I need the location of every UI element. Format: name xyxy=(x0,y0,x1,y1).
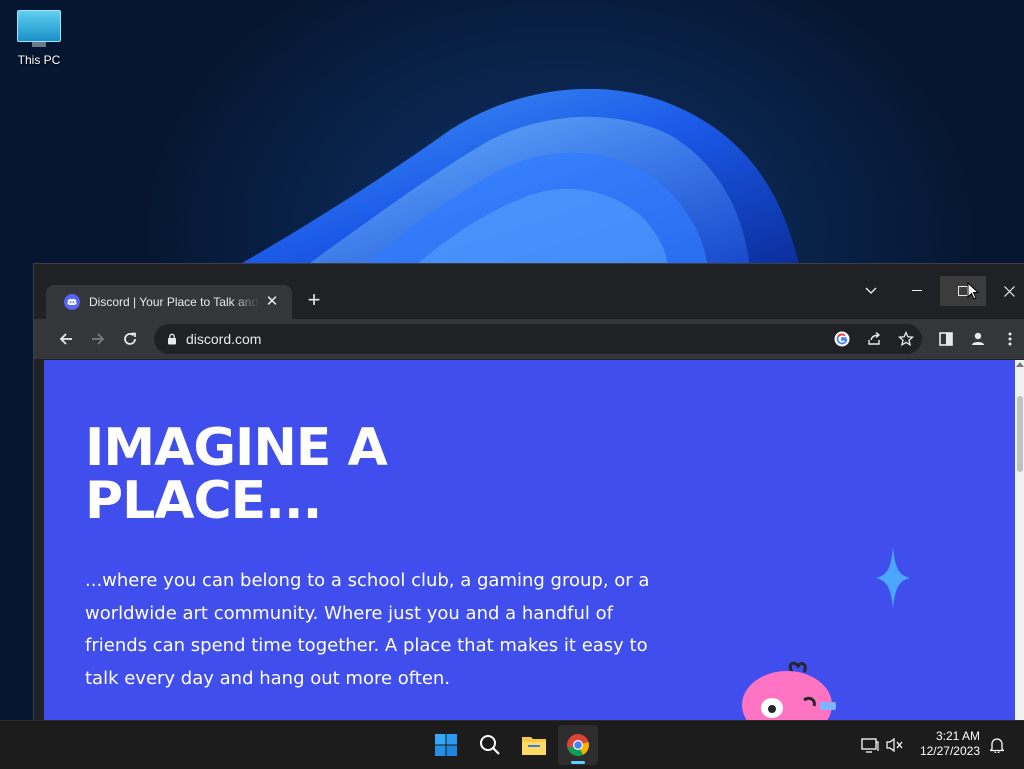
chrome-window: Discord | Your Place to Talk and Hang Ou… xyxy=(33,263,1024,721)
hero-title: IMAGINE A PLACE... xyxy=(85,422,645,528)
page-scrollbar[interactable] xyxy=(1015,360,1024,721)
volume-muted-icon[interactable] xyxy=(885,735,905,755)
plus-icon[interactable]: + xyxy=(305,289,323,311)
start-icon[interactable] xyxy=(426,725,466,765)
hero-title-line-2: PLACE... xyxy=(85,471,322,531)
maximize-icon[interactable] xyxy=(940,276,986,306)
system-clock[interactable]: 3:21 AM 12/27/2023 xyxy=(908,729,980,759)
url-text: discord.com xyxy=(186,331,262,347)
menu-icon[interactable] xyxy=(998,327,1022,351)
hero-description: ...where you can belong to a school club… xyxy=(85,570,650,689)
active-app-indicator xyxy=(571,761,585,764)
share-icon[interactable] xyxy=(864,329,884,349)
reload-icon[interactable] xyxy=(114,323,146,355)
desktop-icon-label: This PC xyxy=(17,53,61,67)
desktop-icon-this-pc[interactable]: This PC xyxy=(10,10,68,67)
minimize-icon[interactable] xyxy=(894,276,940,306)
tab-close-icon[interactable]: ✕ xyxy=(264,294,280,310)
browser-toolbar: discord.com xyxy=(34,319,1024,359)
discord-hero: IMAGINE A PLACE... ...where you can belo… xyxy=(44,360,1015,721)
tab-discord[interactable]: Discord | Your Place to Talk and Hang Ou… xyxy=(46,285,292,319)
chrome-icon[interactable] xyxy=(558,725,598,765)
bell-icon[interactable] xyxy=(987,735,1007,755)
mouse-cursor-icon xyxy=(967,282,979,300)
scroll-up-icon[interactable] xyxy=(1016,362,1024,367)
forward-icon[interactable] xyxy=(82,323,114,355)
discord-icon xyxy=(64,294,80,310)
sparkle-icon xyxy=(876,547,910,609)
mascot-illustration-icon xyxy=(742,661,836,721)
tab-title: Discord | Your Place to Talk and Hang Ou… xyxy=(89,295,259,309)
profile-icon[interactable] xyxy=(966,327,990,351)
lock-icon[interactable] xyxy=(162,329,182,349)
tab-strip: Discord | Your Place to Talk and Hang Ou… xyxy=(34,264,1024,319)
address-bar[interactable]: discord.com xyxy=(154,324,922,354)
close-icon[interactable] xyxy=(986,276,1024,306)
bookmark-star-icon[interactable] xyxy=(896,329,916,349)
search-icon[interactable] xyxy=(470,725,510,765)
network-icon[interactable] xyxy=(860,735,880,755)
this-pc-icon xyxy=(17,10,61,42)
taskbar: 3:21 AM 12/27/2023 xyxy=(0,720,1024,769)
clock-date: 12/27/2023 xyxy=(919,744,980,758)
clock-time: 3:21 AM xyxy=(935,729,980,743)
side-panel-icon[interactable] xyxy=(934,327,958,351)
hero-title-line-1: IMAGINE A xyxy=(85,418,388,478)
scrollbar-thumb[interactable] xyxy=(1017,396,1023,472)
tab-search-icon[interactable] xyxy=(848,276,894,306)
back-icon[interactable] xyxy=(50,323,82,355)
file-explorer-icon[interactable] xyxy=(514,725,554,765)
google-icon[interactable] xyxy=(832,329,852,349)
